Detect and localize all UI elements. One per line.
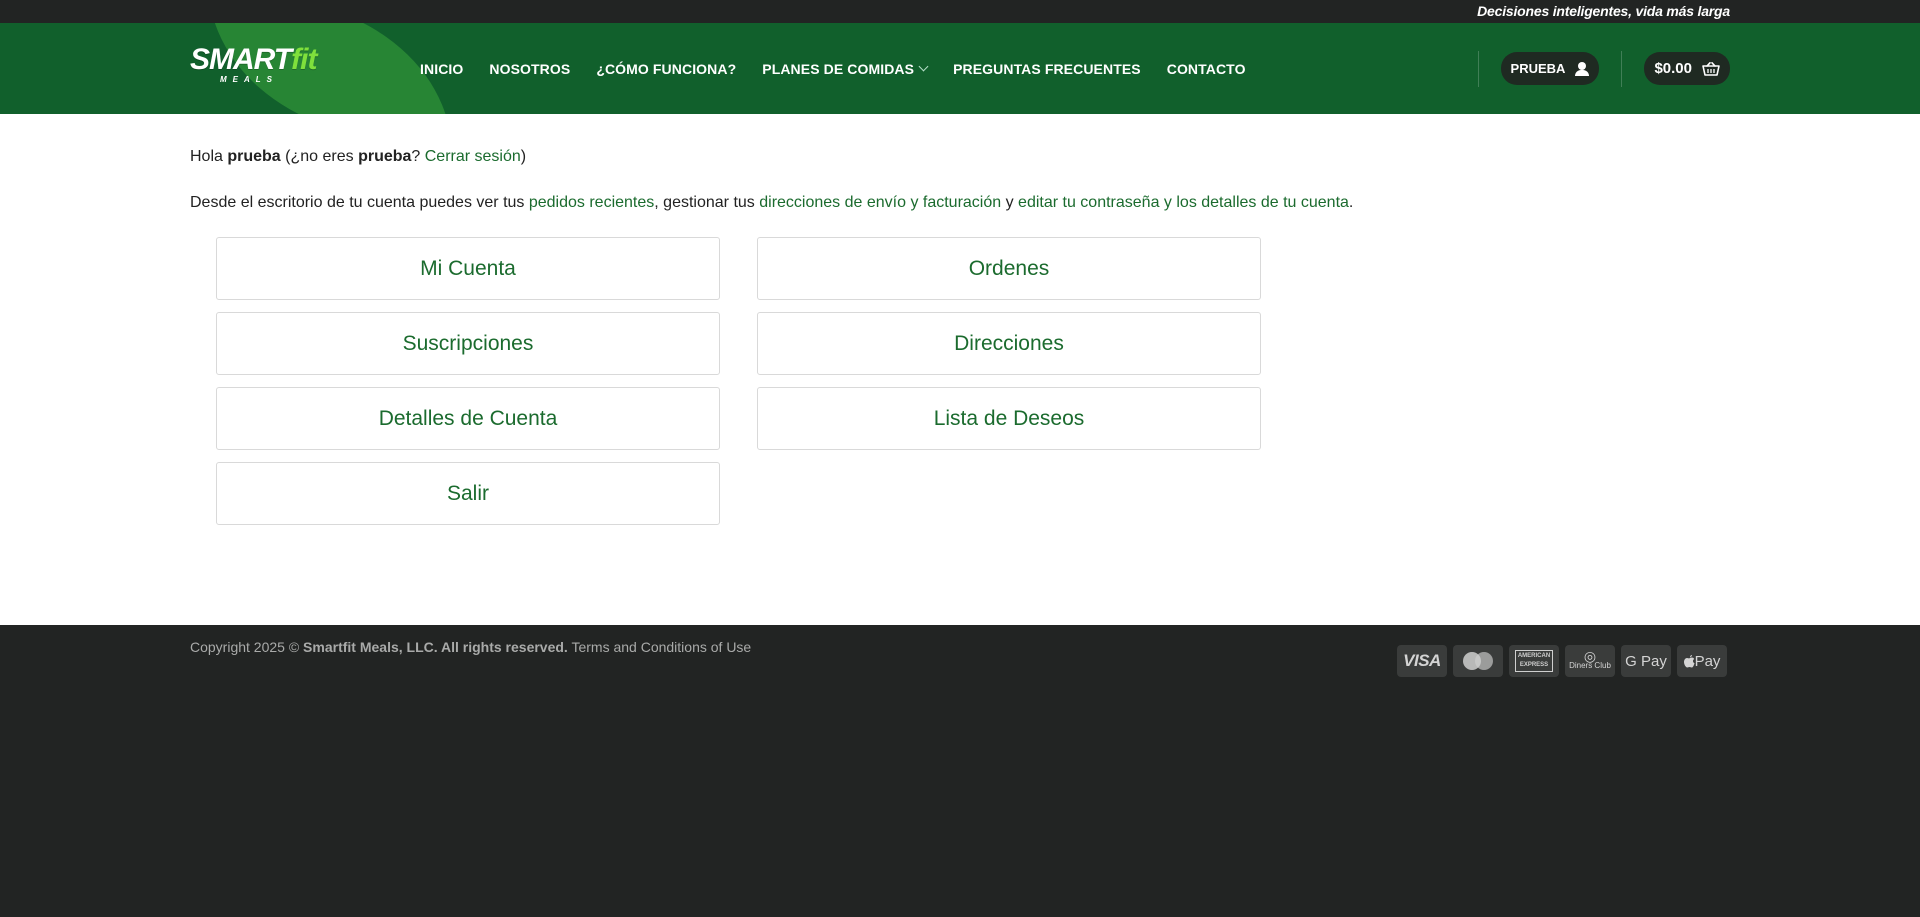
site-header: SMARTfit MEALS INICIO NOSOTROS ¿CÓMO FUN… [0,23,1920,114]
diners-club-icon: ◎ Diners Club [1565,645,1615,677]
addresses-link[interactable]: direcciones de envío y facturación [759,194,1001,211]
copyright: Copyright 2025 © Smartfit Meals, LLC. Al… [190,639,752,655]
top-bar: Decisiones inteligentes, vida más larga [0,0,1920,23]
greeting: Hola prueba (¿no eres prueba? Cerrar ses… [190,148,527,165]
nav-inicio[interactable]: INICIO [420,61,463,77]
main-nav: INICIO NOSOTROS ¿CÓMO FUNCIONA? PLANES D… [420,23,1246,114]
tile-salir[interactable]: Salir [216,462,720,525]
cart-button[interactable]: $0.00 [1644,52,1730,85]
logo-wordmark: SMARTfit [190,43,317,76]
header-actions: PRUEBA $0.00 [1477,23,1730,114]
amex-icon: AMERICAN EXPRESS [1509,645,1559,677]
google-pay-icon: G Pay [1621,645,1671,677]
dashboard-intro: Desde el escritorio de tu cuenta puedes … [190,194,1354,211]
tile-direcciones[interactable]: Direcciones [757,312,1261,375]
payment-icons: VISA AMERICAN EXPRESS ◎ Diners Club G Pay… [1397,645,1727,677]
greeting-username: prueba [227,148,281,165]
nav-planes-de-comidas[interactable]: PLANES DE COMIDAS [762,60,929,77]
cart-total: $0.00 [1654,60,1692,77]
logout-link[interactable]: Cerrar sesión [425,148,521,165]
tagline: Decisiones inteligentes, vida más larga [1477,3,1730,19]
divider [1621,50,1623,87]
nav-nosotros[interactable]: NOSOTROS [489,61,570,77]
logo-subtitle: MEALS [220,75,278,84]
apple-pay-icon: Pay [1677,645,1727,677]
account-dashboard: Hola prueba (¿no eres prueba? Cerrar ses… [0,114,1920,625]
account-button[interactable]: PRUEBA [1500,52,1600,85]
company-name: Smartfit Meals, LLC. All rights reserved… [303,639,568,655]
apple-icon [1683,654,1695,667]
terms-link[interactable]: Terms and Conditions of Use [571,639,751,655]
nav-planes-label: PLANES DE COMIDAS [762,60,915,77]
recent-orders-link[interactable]: pedidos recientes [529,194,654,211]
site-logo[interactable]: SMARTfit MEALS [190,45,330,95]
basket-icon [1702,61,1720,76]
dashboard-tiles: Mi Cuenta Ordenes Suscripciones Direccio… [216,237,1261,525]
chevron-down-icon [918,61,929,72]
nav-como-funciona[interactable]: ¿CÓMO FUNCIONA? [596,61,736,77]
tile-lista-de-deseos[interactable]: Lista de Deseos [757,387,1261,450]
visa-icon: VISA [1397,645,1447,677]
tile-mi-cuenta[interactable]: Mi Cuenta [216,237,720,300]
mastercard-icon [1453,645,1503,677]
tile-detalles-de-cuenta[interactable]: Detalles de Cuenta [216,387,720,450]
nav-preguntas-frecuentes[interactable]: PREGUNTAS FRECUENTES [953,61,1141,77]
tile-suscripciones[interactable]: Suscripciones [216,312,720,375]
user-icon [1575,61,1590,76]
nav-contacto[interactable]: CONTACTO [1167,61,1246,77]
account-username: PRUEBA [1510,61,1566,76]
tile-ordenes[interactable]: Ordenes [757,237,1261,300]
divider [1477,50,1479,87]
account-details-link[interactable]: editar tu contraseña y los detalles de t… [1018,194,1349,211]
site-footer: Copyright 2025 © Smartfit Meals, LLC. Al… [0,625,1920,917]
